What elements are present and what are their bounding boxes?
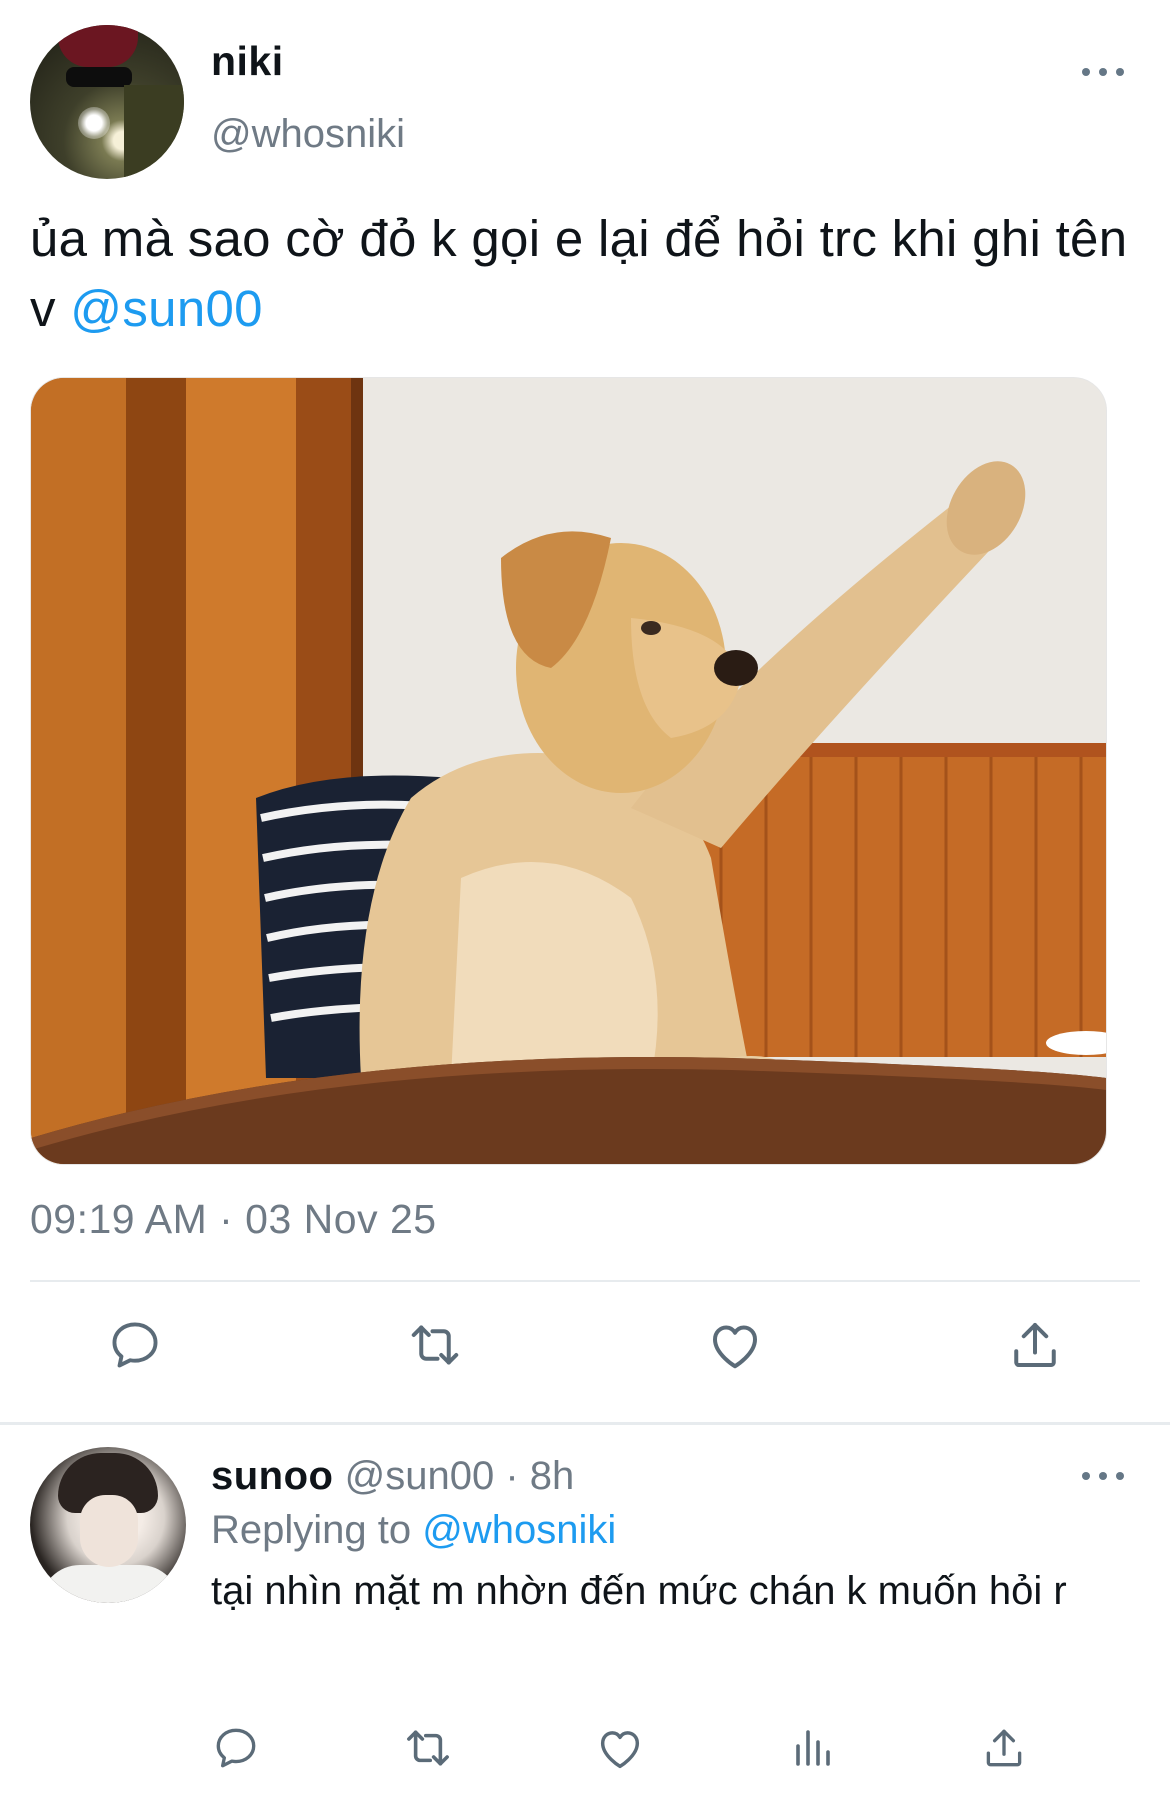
reply-text: tại nhìn mặt m nhờn đến mức chán k muốn …	[211, 1569, 1067, 1613]
retweet-icon[interactable]	[405, 1315, 465, 1375]
reply-share-icon[interactable]	[974, 1718, 1034, 1778]
reply-reply-icon[interactable]	[206, 1718, 266, 1778]
reply-retweet-icon[interactable]	[398, 1718, 458, 1778]
author-handle[interactable]: @whosniki	[211, 112, 405, 157]
tweet-actions	[0, 1315, 1170, 1395]
analytics-icon[interactable]	[782, 1718, 842, 1778]
tweet-text: ủa mà sao cờ đỏ k gọi e lại để hỏi trc k…	[30, 204, 1140, 344]
dog-raising-paw-photo	[31, 378, 1106, 1164]
reply-separator: ·	[494, 1454, 530, 1498]
reply-display-name[interactable]: sunoo	[211, 1454, 333, 1498]
reply-author-avatar[interactable]	[30, 1447, 186, 1603]
tweet-timestamp[interactable]: 09:19 AM · 03 Nov 25	[30, 1196, 437, 1243]
reply-time[interactable]: 8h	[530, 1454, 575, 1498]
share-icon[interactable]	[1005, 1315, 1065, 1375]
replying-to: Replying to @whosniki	[211, 1508, 616, 1553]
mention-link[interactable]: @sun00	[70, 280, 263, 337]
reply-actions	[0, 1718, 1170, 1778]
main-tweet: niki @whosniki ủa mà sao cờ đỏ k gọi e l…	[0, 0, 1170, 1425]
replying-label: Replying to	[211, 1508, 423, 1552]
replying-to-link[interactable]: @whosniki	[422, 1508, 616, 1552]
reply-handle[interactable]: @sun00	[345, 1454, 495, 1498]
like-icon[interactable]	[705, 1315, 765, 1375]
reply-more-options-icon[interactable]	[1082, 1466, 1126, 1484]
divider	[30, 1280, 1140, 1282]
author-display-name[interactable]: niki	[211, 38, 284, 85]
tweet-photo[interactable]	[30, 377, 1107, 1165]
reply-like-icon[interactable]	[590, 1718, 650, 1778]
reply-icon[interactable]	[105, 1315, 165, 1375]
reply-tweet[interactable]: sunoo @sun00 · 8h Replying to @whosniki …	[0, 1428, 1170, 1794]
author-avatar[interactable]	[30, 25, 184, 179]
section-separator	[0, 1422, 1170, 1425]
reply-header: sunoo @sun00 · 8h	[211, 1454, 574, 1499]
more-options-icon[interactable]	[1082, 62, 1126, 80]
